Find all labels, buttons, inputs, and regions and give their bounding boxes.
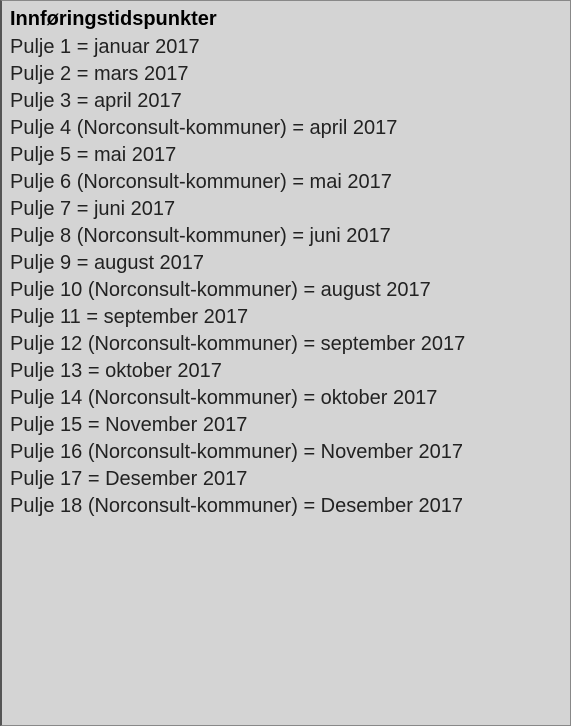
list-item: Pulje 4 (Norconsult-kommuner) = april 20… (10, 115, 562, 142)
list-item: Pulje 9 = august 2017 (10, 250, 562, 277)
list-item: Pulje 2 = mars 2017 (10, 61, 562, 88)
section-heading: Innføringstidspunkter (10, 7, 562, 32)
list-item: Pulje 16 (Norconsult-kommuner) = Novembe… (10, 439, 562, 466)
list-item: Pulje 17 = Desember 2017 (10, 466, 562, 493)
list-item: Pulje 6 (Norconsult-kommuner) = mai 2017 (10, 169, 562, 196)
list-item: Pulje 5 = mai 2017 (10, 142, 562, 169)
list-item: Pulje 14 (Norconsult-kommuner) = oktober… (10, 385, 562, 412)
list-item: Pulje 8 (Norconsult-kommuner) = juni 201… (10, 223, 562, 250)
list-item: Pulje 1 = januar 2017 (10, 34, 562, 61)
list-item: Pulje 13 = oktober 2017 (10, 358, 562, 385)
list-item: Pulje 18 (Norconsult-kommuner) = Desembe… (10, 493, 562, 520)
list-item: Pulje 12 (Norconsult-kommuner) = septemb… (10, 331, 562, 358)
list-item: Pulje 15 = November 2017 (10, 412, 562, 439)
list-item: Pulje 11 = september 2017 (10, 304, 562, 331)
list-item: Pulje 10 (Norconsult-kommuner) = august … (10, 277, 562, 304)
list-item: Pulje 3 = april 2017 (10, 88, 562, 115)
list-item: Pulje 7 = juni 2017 (10, 196, 562, 223)
